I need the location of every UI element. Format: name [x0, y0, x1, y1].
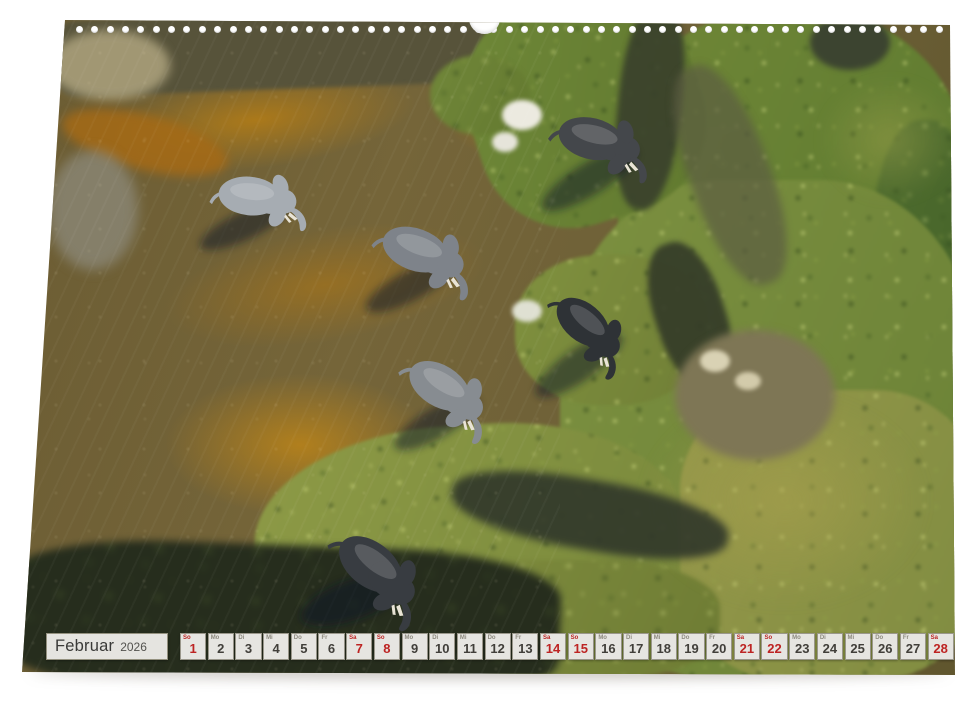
- calendar-day-cell: Fr 13: [512, 633, 538, 660]
- weekday-abbr: Sa: [737, 635, 744, 641]
- weekday-abbr: Sa: [543, 635, 550, 641]
- weekday-abbr: Di: [238, 635, 244, 641]
- calendar-day-cell: Mi 18: [651, 633, 677, 660]
- day-number: 28: [929, 642, 953, 655]
- weekday-abbr: So: [183, 635, 191, 641]
- weekday-abbr: Sa: [931, 635, 938, 641]
- calendar-day-cell: Mi 25: [845, 633, 871, 660]
- day-number: 10: [430, 642, 454, 655]
- calendar-day-cell: Mi 4: [263, 633, 289, 660]
- day-number: 14: [541, 642, 565, 655]
- weekday-abbr: Mo: [405, 635, 414, 641]
- weekday-abbr: Mo: [598, 635, 607, 641]
- day-number: 19: [679, 642, 703, 655]
- elephant: [194, 165, 311, 259]
- day-number: 27: [901, 642, 925, 655]
- calendar-day-cell: Mo 2: [208, 633, 234, 660]
- day-number: 2: [209, 642, 233, 655]
- weekday-abbr: Do: [488, 635, 496, 641]
- day-number: 24: [818, 642, 842, 655]
- calendar-day-cell: Mo 23: [789, 633, 815, 660]
- weekday-abbr: Mi: [460, 635, 467, 641]
- calendar-day-cell: Sa 21: [734, 633, 760, 660]
- calendar-day-cell: Mo 16: [595, 633, 621, 660]
- weekday-abbr: So: [571, 635, 579, 641]
- calendar-day-cell: Di 10: [429, 633, 455, 660]
- day-number: 3: [236, 642, 260, 655]
- hanger-hole: [469, 3, 500, 34]
- calendar-day-cell: So 15: [568, 633, 594, 660]
- day-number: 13: [513, 642, 537, 655]
- day-number: 8: [375, 642, 399, 655]
- day-number: 1: [181, 642, 205, 655]
- weekday-abbr: Di: [820, 635, 826, 641]
- day-number: 15: [569, 642, 593, 655]
- calendar-day-cell: Sa 28: [928, 633, 954, 660]
- day-number: 9: [403, 642, 427, 655]
- day-number: 6: [319, 642, 343, 655]
- weekday-abbr: Fr: [709, 635, 715, 641]
- day-number: 25: [846, 642, 870, 655]
- day-number: 5: [292, 642, 316, 655]
- day-number: 17: [624, 642, 648, 655]
- weekday-abbr: So: [764, 635, 772, 641]
- calendar-days-row: So 1 Mo 2 Di 3 Mi 4 Do 5 Fr 6 Sa 7 So 8 …: [180, 633, 954, 660]
- calendar-day-cell: Do 19: [678, 633, 704, 660]
- calendar-day-cell: Mi 11: [457, 633, 483, 660]
- calendar-day-cell: Do 5: [291, 633, 317, 660]
- elephant: [534, 101, 659, 222]
- calendar-day-cell: Do 12: [485, 633, 511, 660]
- calendar-day-cell: Di 3: [235, 633, 261, 660]
- calendar-strip: Februar 2026 So 1 Mo 2 Di 3 Mi 4 Do 5 Fr…: [46, 633, 954, 660]
- weekday-abbr: Di: [626, 635, 632, 641]
- day-number: 26: [873, 642, 897, 655]
- day-number: 4: [264, 642, 288, 655]
- weekday-abbr: Mi: [654, 635, 661, 641]
- weekday-abbr: Fr: [321, 635, 327, 641]
- elephant: [527, 277, 644, 408]
- calendar-day-cell: Di 24: [817, 633, 843, 660]
- weekday-abbr: Mo: [211, 635, 220, 641]
- weekday-abbr: So: [377, 635, 385, 641]
- weekday-abbr: Mi: [848, 635, 855, 641]
- calendar-day-cell: So 22: [761, 633, 787, 660]
- day-number: 22: [762, 642, 786, 655]
- weekday-abbr: Mo: [792, 635, 801, 641]
- elephant: [295, 512, 444, 637]
- elephant: [387, 339, 509, 460]
- calendar-day-cell: Mo 9: [402, 633, 428, 660]
- day-number: 23: [790, 642, 814, 655]
- weekday-abbr: Sa: [349, 635, 356, 641]
- day-number: 21: [735, 642, 759, 655]
- day-number: 11: [458, 642, 482, 655]
- calendar-day-cell: Sa 14: [540, 633, 566, 660]
- weekday-abbr: Di: [432, 635, 438, 641]
- year-label: 2026: [120, 640, 147, 654]
- calendar-day-cell: So 8: [374, 633, 400, 660]
- calendar-day-cell: Sa 7: [346, 633, 372, 660]
- calendar-day-cell: Do 26: [872, 633, 898, 660]
- weekday-abbr: Mi: [266, 635, 273, 641]
- elephant: [359, 207, 486, 322]
- calendar-day-cell: So 1: [180, 633, 206, 660]
- calendar-day-cell: Fr 20: [706, 633, 732, 660]
- elephant-herd-photo: [0, 0, 971, 700]
- calendar-day-cell: Fr 27: [900, 633, 926, 660]
- day-number: 7: [347, 642, 371, 655]
- calendar-day-cell: Di 17: [623, 633, 649, 660]
- month-label: Februar 2026: [46, 633, 168, 660]
- day-number: 18: [652, 642, 676, 655]
- day-number: 12: [486, 642, 510, 655]
- weekday-abbr: Do: [681, 635, 689, 641]
- day-number: 16: [596, 642, 620, 655]
- day-number: 20: [707, 642, 731, 655]
- calendar-page: Februar 2026 So 1 Mo 2 Di 3 Mi 4 Do 5 Fr…: [0, 0, 971, 700]
- weekday-abbr: Fr: [515, 635, 521, 641]
- calendar-day-cell: Fr 6: [318, 633, 344, 660]
- weekday-abbr: Fr: [903, 635, 909, 641]
- month-name: Februar: [55, 637, 114, 656]
- weekday-abbr: Do: [294, 635, 302, 641]
- weekday-abbr: Do: [875, 635, 883, 641]
